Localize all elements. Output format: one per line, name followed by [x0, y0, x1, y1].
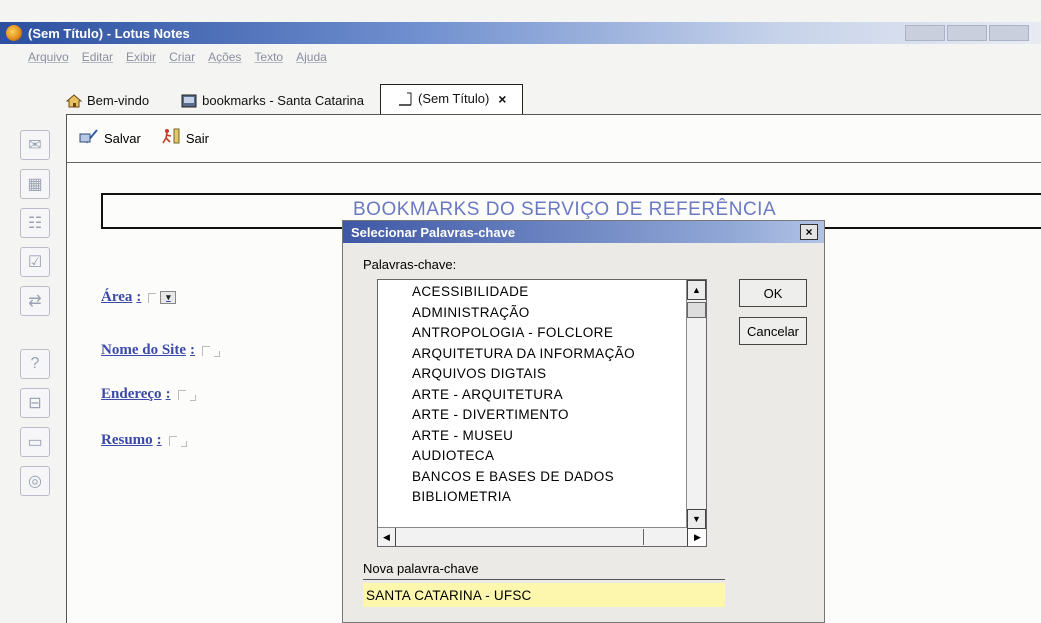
- maximize-button[interactable]: [947, 25, 987, 41]
- close-window-button[interactable]: [989, 25, 1029, 41]
- banner-title: BOOKMARKS DO SERVIÇO DE REFERÊNCIA: [353, 199, 777, 220]
- new-keyword-input[interactable]: [363, 583, 725, 607]
- keywords-listbox[interactable]: ACESSIBILIDADE ADMINISTRAÇÃO ANTROPOLOGIA …: [377, 279, 707, 547]
- keyword-list-item[interactable]: ADMINISTRAÇÃO: [378, 303, 706, 324]
- dialog-close-button[interactable]: ×: [800, 224, 818, 240]
- vertical-scrollbar[interactable]: ▲ ▼: [686, 280, 706, 529]
- keyword-list-item[interactable]: ARQUIVOS DIGTAIS: [378, 364, 706, 385]
- replicator-icon[interactable]: ⇄: [20, 286, 50, 316]
- database-icon: [181, 94, 197, 108]
- menu-bar: Arquivo Editar Exibir Criar Ações Texto …: [0, 46, 1041, 68]
- area-dropdown-icon[interactable]: ▾: [160, 291, 177, 304]
- dialog-title-bar: Selecionar Palavras-chave: [343, 221, 824, 243]
- window-title: (Sem Título) - Lotus Notes: [28, 25, 190, 41]
- address-field[interactable]: Endereço :: [101, 386, 196, 403]
- mail-icon[interactable]: ✉: [20, 130, 50, 160]
- home-icon: [65, 93, 83, 108]
- new-keyword-label: Nova palavra-chave: [363, 561, 479, 576]
- cancel-button[interactable]: Cancelar: [739, 317, 807, 345]
- help-icon[interactable]: ?: [20, 349, 50, 379]
- save-icon: [79, 128, 99, 149]
- web-icon[interactable]: ◎: [20, 466, 50, 496]
- keyword-list-item[interactable]: AUDIOTECA: [378, 446, 706, 467]
- tab-label: Bem-vindo: [87, 93, 150, 108]
- document-icon: [397, 92, 413, 106]
- address-book-icon[interactable]: ☷: [20, 208, 50, 238]
- save-button[interactable]: Salvar: [79, 128, 141, 149]
- divider: [363, 579, 725, 580]
- tab-label: bookmarks - Santa Catarina: [202, 93, 364, 108]
- bookmark-bar: ✉ ▦ ☷ ☑ ⇄ ? ⊟ ▭ ◎: [20, 130, 58, 496]
- summary-field[interactable]: Resumo :: [101, 432, 187, 449]
- scroll-thumb[interactable]: [687, 302, 706, 318]
- site-name-field[interactable]: Nome do Site :: [101, 342, 220, 359]
- window-tabs: Bem-vindo bookmarks - Santa Catarina (Se…: [50, 84, 524, 114]
- databases-icon[interactable]: ⊟: [20, 388, 50, 418]
- keyword-list-item[interactable]: ARTE - MUSEU: [378, 426, 706, 447]
- keyword-list-item[interactable]: BIBLIOMETRIA: [378, 487, 706, 508]
- horizontal-scrollbar[interactable]: ◀ ▶: [378, 527, 701, 546]
- menu-exibir[interactable]: Exibir: [126, 50, 156, 64]
- tab-bem-vindo[interactable]: Bem-vindo: [50, 89, 165, 114]
- lotus-notes-icon: [6, 25, 22, 41]
- action-bar: Salvar Sair: [67, 115, 1041, 163]
- menu-ajuda[interactable]: Ajuda: [296, 50, 327, 64]
- scroll-up-icon[interactable]: ▲: [687, 280, 706, 300]
- menu-acoes[interactable]: Ações: [208, 50, 241, 64]
- keyword-list-item[interactable]: ANTROPOLOGIA - FOLCLORE: [378, 323, 706, 344]
- menu-editar[interactable]: Editar: [82, 50, 113, 64]
- tab-bookmarks[interactable]: bookmarks - Santa Catarina: [165, 89, 380, 114]
- keyword-list-item[interactable]: ARTE - DIVERTIMENTO: [378, 405, 706, 426]
- area-field[interactable]: Área : ▾: [101, 289, 177, 306]
- keywords-list: ACESSIBILIDADE ADMINISTRAÇÃO ANTROPOLOGIA …: [378, 282, 706, 508]
- scroll-right-icon[interactable]: ▶: [687, 528, 706, 546]
- hscroll-thumb[interactable]: [398, 529, 644, 545]
- exit-icon: [161, 128, 181, 149]
- dialog-title: Selecionar Palavras-chave: [351, 224, 516, 240]
- window-controls[interactable]: [905, 25, 1029, 41]
- tab-label: (Sem Título): [418, 91, 490, 106]
- close-tab-icon[interactable]: ×: [498, 91, 506, 107]
- scroll-left-icon[interactable]: ◀: [378, 528, 396, 546]
- scroll-down-icon[interactable]: ▼: [687, 509, 706, 529]
- summary-label: Resumo: [101, 432, 153, 448]
- keyword-list-item[interactable]: ARQUITETURA DA INFORMAÇÃO: [378, 344, 706, 365]
- area-label: Área: [101, 289, 133, 305]
- folder-icon[interactable]: ▭: [20, 427, 50, 457]
- keyword-list-item[interactable]: ACESSIBILIDADE: [378, 282, 706, 303]
- keywords-label: Palavras-chave:: [363, 257, 457, 272]
- menu-arquivo[interactable]: Arquivo: [28, 50, 69, 64]
- keyword-list-item[interactable]: ARTE - ARQUITETURA: [378, 385, 706, 406]
- menu-texto[interactable]: Texto: [254, 50, 283, 64]
- minimize-button[interactable]: [905, 25, 945, 41]
- keyword-list-item[interactable]: BANCOS E BASES DE DADOS: [378, 467, 706, 488]
- ok-button[interactable]: OK: [739, 279, 807, 307]
- address-label: Endereço: [101, 386, 162, 402]
- menu-criar[interactable]: Criar: [169, 50, 195, 64]
- window-title-bar: (Sem Título) - Lotus Notes: [0, 22, 1041, 44]
- select-keywords-dialog: Selecionar Palavras-chave × Palavras-cha…: [342, 220, 825, 623]
- site-name-label: Nome do Site: [101, 342, 186, 358]
- todo-icon[interactable]: ☑: [20, 247, 50, 277]
- exit-button[interactable]: Sair: [161, 128, 209, 149]
- tab-sem-titulo[interactable]: (Sem Título) ×: [380, 84, 524, 114]
- calendar-icon[interactable]: ▦: [20, 169, 50, 199]
